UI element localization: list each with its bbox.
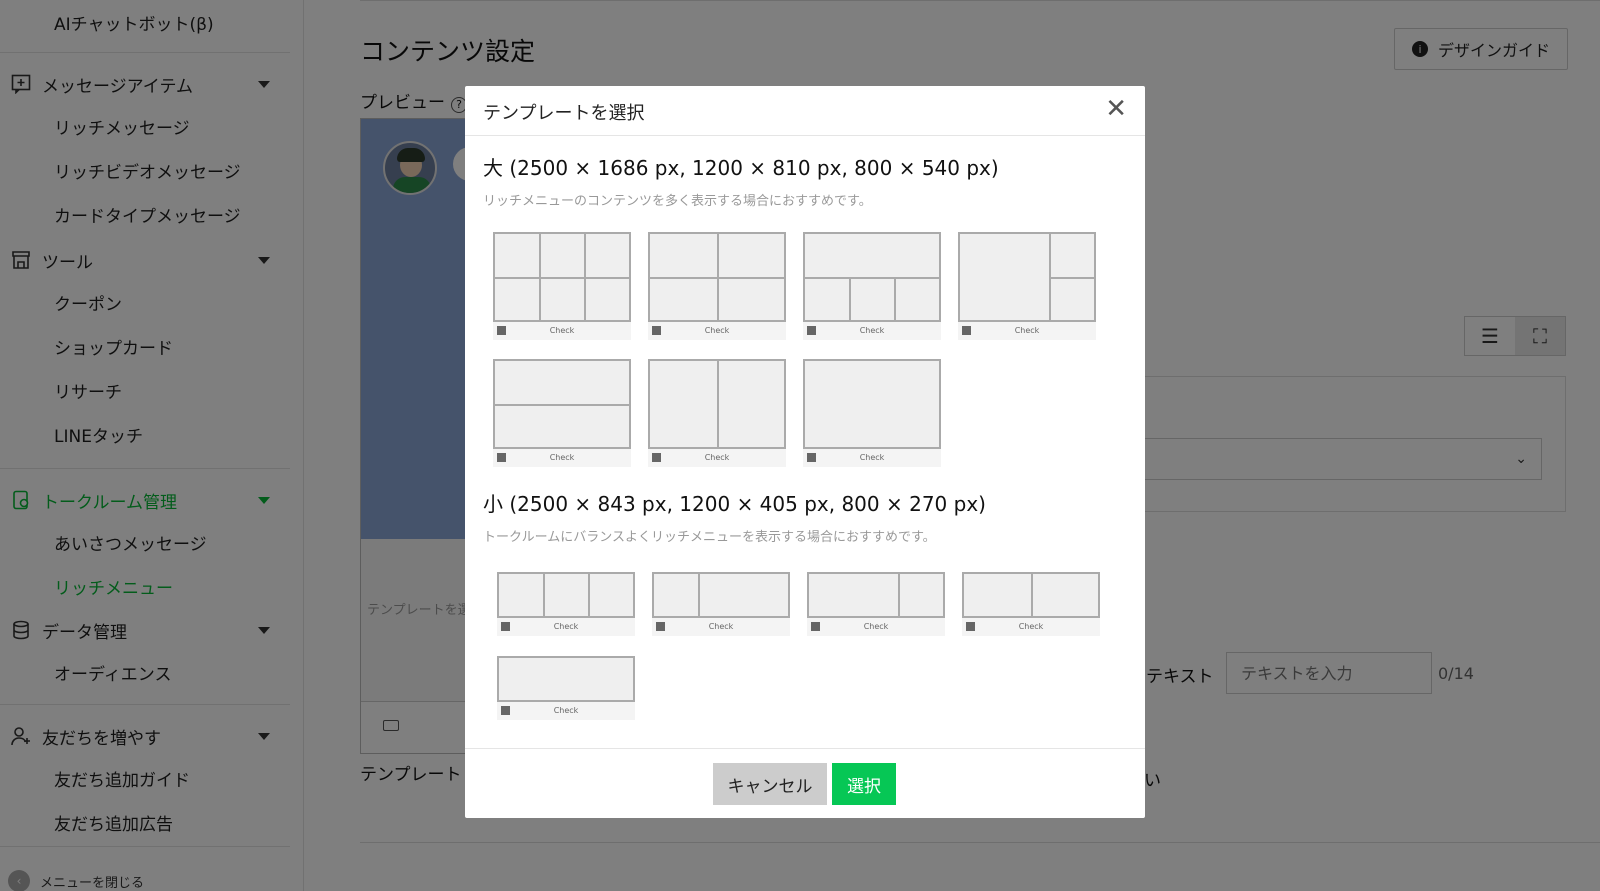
modal-title: テンプレートを選択: [483, 103, 645, 124]
template-small-1[interactable]: Check: [497, 572, 635, 636]
check-label: Check: [553, 706, 579, 715]
close-icon[interactable]: ✕: [1105, 96, 1127, 122]
template-large-5[interactable]: Check: [493, 359, 631, 467]
check-label: Check: [863, 622, 889, 631]
template-small-3[interactable]: Check: [807, 572, 945, 636]
check-label: Check: [549, 453, 575, 462]
check-label: Check: [859, 326, 885, 335]
cancel-button[interactable]: キャンセル: [713, 763, 827, 805]
template-large-1[interactable]: Check: [493, 232, 631, 340]
template-large-2[interactable]: Check: [648, 232, 786, 340]
large-section-heading: 大 (2500 × 1686 px, 1200 × 810 px, 800 × …: [483, 156, 999, 180]
template-small-4[interactable]: Check: [962, 572, 1100, 636]
template-small-5[interactable]: Check: [497, 656, 635, 720]
template-large-3[interactable]: Check: [803, 232, 941, 340]
select-button[interactable]: 選択: [832, 763, 896, 805]
check-label: Check: [859, 453, 885, 462]
check-label: Check: [549, 326, 575, 335]
small-section-note: トークルームにバランスよくリッチメニューを表示する場合におすすめです。: [483, 530, 936, 545]
modal-header: テンプレートを選択 ✕: [465, 86, 1145, 136]
template-large-4[interactable]: Check: [958, 232, 1096, 340]
template-large-7[interactable]: Check: [803, 359, 941, 467]
check-label: Check: [704, 326, 730, 335]
check-label: Check: [1018, 622, 1044, 631]
template-small-2[interactable]: Check: [652, 572, 790, 636]
check-label: Check: [1014, 326, 1040, 335]
template-large-6[interactable]: Check: [648, 359, 786, 467]
small-section-heading: 小 (2500 × 843 px, 1200 × 405 px, 800 × 2…: [483, 492, 986, 516]
template-select-modal: テンプレートを選択 ✕ 大 (2500 × 1686 px, 1200 × 81…: [465, 86, 1145, 818]
check-label: Check: [553, 622, 579, 631]
modal-footer: キャンセル 選択: [465, 748, 1145, 818]
check-label: Check: [708, 622, 734, 631]
large-section-note: リッチメニューのコンテンツを多く表示する場合におすすめです。: [483, 194, 872, 209]
check-label: Check: [704, 453, 730, 462]
